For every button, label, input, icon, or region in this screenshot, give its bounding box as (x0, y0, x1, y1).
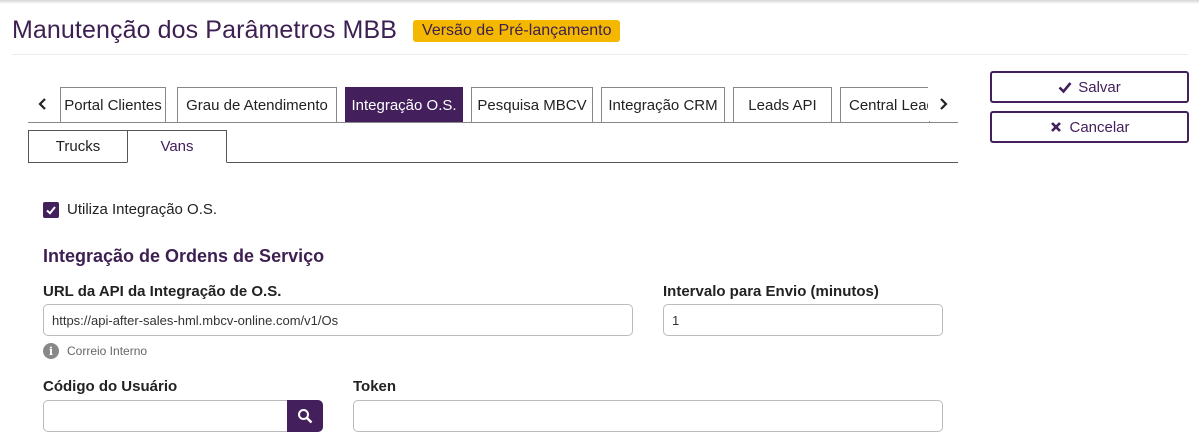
user-code-input[interactable] (43, 400, 291, 432)
subtab-label: Vans (160, 138, 194, 155)
header-divider (12, 54, 1188, 55)
tab-leads-api[interactable]: Leads API (733, 87, 832, 122)
chevron-right-icon (940, 98, 948, 110)
tab-label: Portal Clientes (64, 96, 162, 114)
use-integration-label: Utiliza Integração O.S. (67, 201, 218, 218)
tab-portal-clientes[interactable]: Portal Clientes (60, 87, 166, 122)
check-icon (1058, 82, 1072, 94)
tab-pesquisa-mbcv[interactable]: Pesquisa MBCV (471, 87, 593, 122)
tab-label: Grau de Atendimento (186, 96, 328, 114)
subtab-trucks[interactable]: Trucks (28, 130, 128, 163)
token-label: Token (353, 378, 397, 395)
chevron-left-icon (38, 98, 46, 110)
interval-input[interactable]: 1 (663, 304, 943, 336)
tab-label: Leads API (748, 96, 817, 114)
tabs-baseline (28, 122, 958, 123)
api-url-label: URL da API da Integração de O.S. (43, 283, 282, 300)
use-integration-checkbox[interactable] (43, 201, 59, 218)
tab-grau-atendimento[interactable]: Grau de Atendimento (177, 87, 337, 122)
tab-label: Pesquisa MBCV (477, 96, 587, 114)
save-button-label: Salvar (1078, 78, 1121, 96)
close-icon (1051, 122, 1062, 132)
subtab-vans[interactable]: Vans (127, 130, 227, 163)
top-shadow (0, 0, 1199, 4)
page-header: Manutenção dos Parâmetros MBB Versão de … (12, 16, 621, 45)
prerelease-badge: Versão de Pré-lançamento (413, 19, 621, 42)
tab-integracao-crm[interactable]: Integração CRM (601, 87, 725, 122)
api-url-hint: i Correio Interno (43, 343, 147, 359)
section-title: Integração de Ordens de Serviço (43, 246, 325, 266)
cancel-button-label: Cancelar (1069, 118, 1130, 136)
tabs-scroll-right[interactable] (928, 87, 958, 121)
hint-text: Correio Interno (67, 344, 148, 358)
tabs-scroll-left[interactable] (28, 87, 58, 121)
save-button[interactable]: Salvar (990, 71, 1189, 103)
checkmark-icon (46, 205, 56, 215)
token-input[interactable] (353, 400, 943, 432)
interval-label: Intervalo para Envio (minutos) (663, 283, 879, 300)
info-icon: i (43, 343, 59, 359)
user-search-button[interactable] (287, 400, 323, 432)
api-url-input[interactable]: https://api-after-sales-hml.mbcv-online.… (43, 304, 633, 336)
tab-integracao-os[interactable]: Integração O.S. (345, 87, 463, 122)
use-integration-row: Utiliza Integração O.S. (43, 201, 217, 218)
page-title: Manutenção dos Parâmetros MBB (12, 16, 398, 44)
tab-central-leads[interactable]: Central Leads (840, 87, 930, 122)
search-icon (298, 409, 313, 424)
tab-label: Integração CRM (608, 96, 718, 114)
cancel-button[interactable]: Cancelar (990, 111, 1189, 143)
subtab-label: Trucks (55, 138, 101, 155)
tab-label: Central Leads (849, 96, 929, 114)
tab-label: Integração O.S. (351, 96, 457, 114)
user-code-label: Código do Usuário (43, 378, 178, 395)
